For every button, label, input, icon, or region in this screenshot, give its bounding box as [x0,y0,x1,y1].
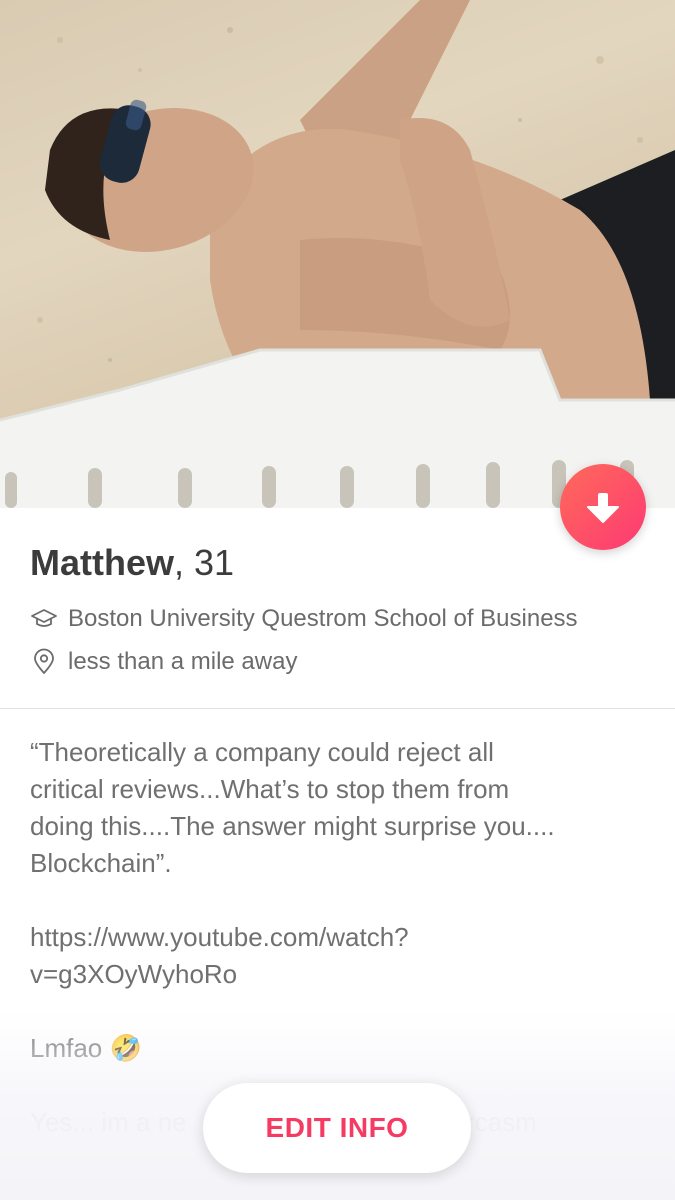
school-row: Boston University Questrom School of Bus… [30,602,578,636]
section-divider [0,708,675,709]
bio-link-line: https://www.youtube.com/watch? [30,922,409,952]
graduation-cap-icon [30,605,58,633]
profile-name: Matthew [30,542,174,583]
bio-gap [30,993,650,1030]
bio-link-line: v=g3XOyWyhoRo [30,959,238,989]
edit-info-button[interactable]: EDIT INFO [203,1083,471,1173]
profile-info: Matthew, 31 Boston University Questrom S… [30,538,650,675]
profile-photo-illustration [0,0,675,508]
bio-text: “Theoretically a company could reject al… [30,734,650,1141]
bio-line: Blockchain”. [30,848,172,878]
bio-line: “Theoretically a company could reject al… [30,737,494,767]
school-name: Boston University Questrom School of Bus… [68,605,578,632]
bio-reaction: Lmfao 🤣 [30,1033,142,1063]
name-separator: , [174,542,185,583]
profile-age: 31 [194,542,235,583]
name-age-heading: Matthew, 31 [30,538,650,588]
bio-line: critical reviews...What’s to stop them f… [30,774,510,804]
bio-faded-start: Yes... im a ne [30,1107,187,1137]
profile-photo[interactable] [0,0,675,508]
distance-row: less than a mile away [30,645,297,679]
arrow-down-icon [587,493,619,523]
bio-gap [30,882,650,919]
distance-text: less than a mile away [68,648,298,675]
bio-line: doing this....The answer might surprise … [30,811,555,841]
location-pin-icon [30,648,58,676]
